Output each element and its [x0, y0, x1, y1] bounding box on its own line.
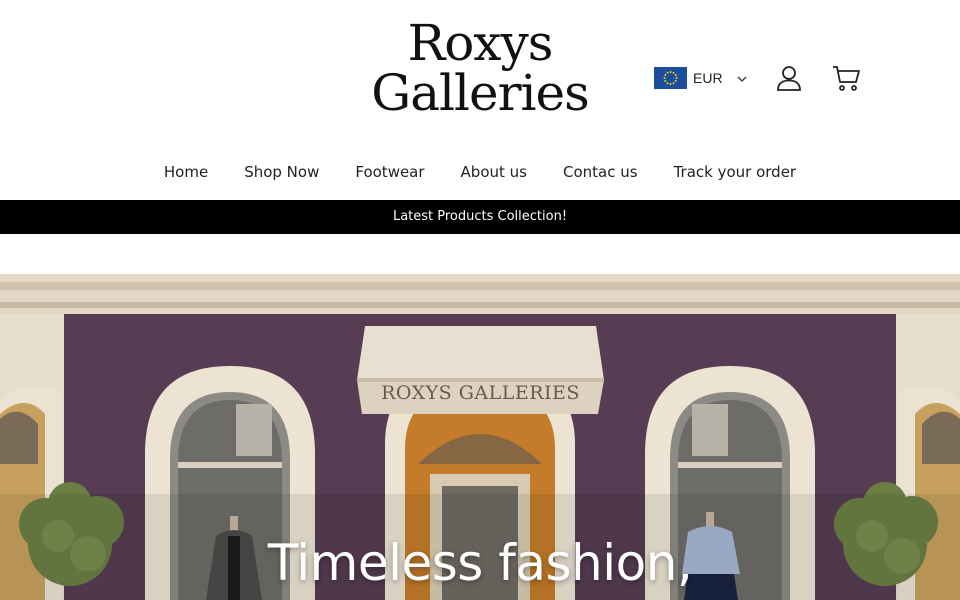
nav-track-order[interactable]: Track your order	[656, 160, 815, 188]
chevron-down-icon	[737, 69, 747, 87]
main-nav: Home Shop Now Footwear About us Contac u…	[0, 160, 960, 188]
site-header: Roxys Galleries EUR	[0, 0, 960, 150]
awning-sign-text: ROXYS GALLERIES	[381, 382, 580, 404]
currency-selector[interactable]: EUR	[654, 67, 747, 89]
nav-home[interactable]: Home	[146, 160, 226, 188]
user-icon[interactable]	[775, 64, 803, 92]
eu-flag-icon	[654, 67, 687, 89]
logo-line-2: Galleries	[371, 64, 589, 122]
cart-icon[interactable]	[831, 64, 861, 92]
announcement-bar: Latest Products Collection!	[0, 200, 960, 234]
nav-footwear[interactable]: Footwear	[337, 160, 442, 188]
nav-contact-us[interactable]: Contac us	[545, 160, 656, 188]
hero-headline: Timeless fashion,	[267, 534, 693, 592]
nav-shop-now[interactable]: Shop Now	[226, 160, 337, 188]
currency-code: EUR	[693, 70, 723, 86]
logo-line-1: Roxys	[407, 14, 554, 72]
nav-about-us[interactable]: About us	[443, 160, 545, 188]
brand-logo[interactable]: Roxys Galleries	[360, 18, 600, 118]
